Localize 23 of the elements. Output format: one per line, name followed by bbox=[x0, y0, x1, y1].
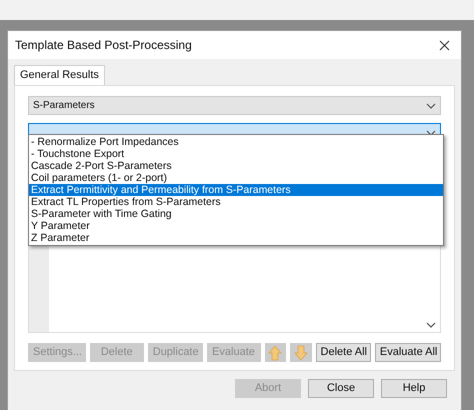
chevron-down-icon bbox=[426, 130, 436, 136]
dropdown-option[interactable]: - Touchstone Export bbox=[29, 148, 443, 160]
dropdown-option[interactable]: Cascade 2-Port S-Parameters bbox=[29, 160, 443, 172]
dropdown-option[interactable]: Y Parameter bbox=[29, 220, 443, 232]
chevron-down-icon bbox=[426, 102, 436, 108]
dropdown-option[interactable]: Coil parameters (1- or 2-port) bbox=[29, 172, 443, 184]
window-title: Template Based Post-Processing bbox=[15, 37, 192, 54]
dropdown-option[interactable]: Z Parameter bbox=[29, 232, 443, 244]
category-dropdown[interactable]: S-Parameters bbox=[28, 96, 441, 115]
dropdown-option[interactable]: S-Parameter with Time Gating bbox=[29, 208, 443, 220]
scroll-down-icon bbox=[426, 322, 436, 328]
dropdown-option[interactable]: Extract TL Properties from S-Parameters bbox=[29, 196, 443, 208]
action-button[interactable]: Evaluate All bbox=[374, 343, 441, 362]
dropdown-value: S-Parameters bbox=[33, 99, 95, 113]
up-arrow-icon bbox=[268, 344, 282, 360]
down-arrow-icon bbox=[294, 344, 308, 360]
tab[interactable]: General Results bbox=[14, 65, 105, 85]
dialog-button[interactable]: Close bbox=[308, 379, 374, 398]
close-icon[interactable] bbox=[439, 40, 450, 50]
dropdown-option[interactable]: Extract Permittivity and Permeability from S-Parameters bbox=[29, 184, 443, 196]
dialog-button[interactable]: Help bbox=[381, 379, 447, 398]
dropdown-option[interactable]: - Renormalize Port Impedances bbox=[29, 136, 443, 148]
action-button[interactable]: Delete All bbox=[316, 343, 371, 362]
